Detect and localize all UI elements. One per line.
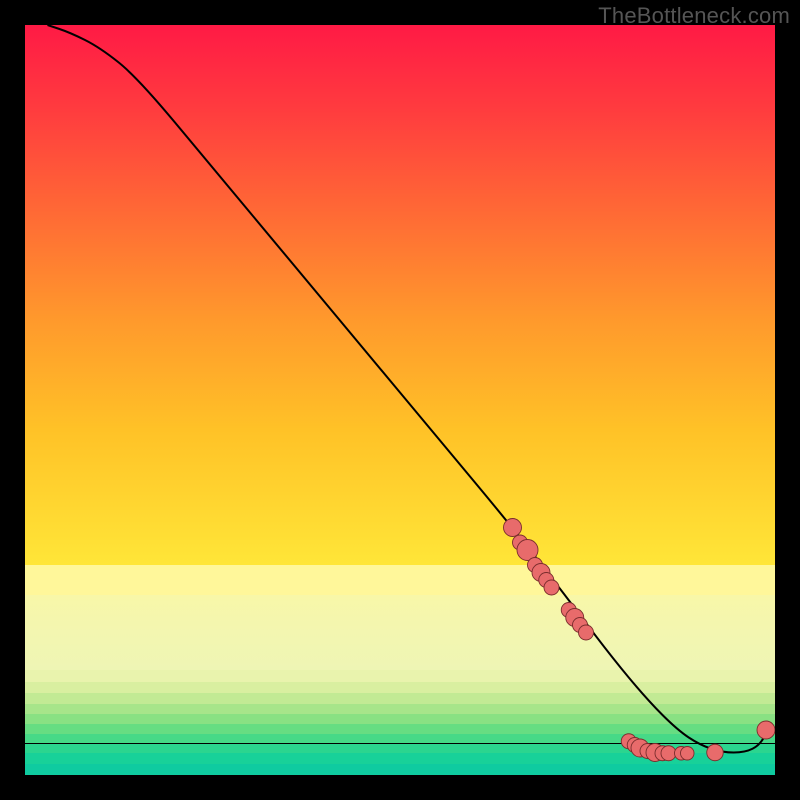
data-dot [661,746,676,761]
bottleneck-curve [48,25,768,753]
data-dots [504,519,776,762]
watermark-label: TheBottleneck.com [598,3,790,29]
data-dot [681,747,695,761]
bottleneck-curve-path [48,25,768,753]
data-dot [579,625,594,640]
data-dot [544,580,559,595]
plot-area [25,25,775,775]
data-dot [757,721,775,739]
chart-stage: TheBottleneck.com [0,0,800,800]
data-dot [707,744,724,761]
curve-layer [25,25,775,775]
data-dot [504,519,522,537]
